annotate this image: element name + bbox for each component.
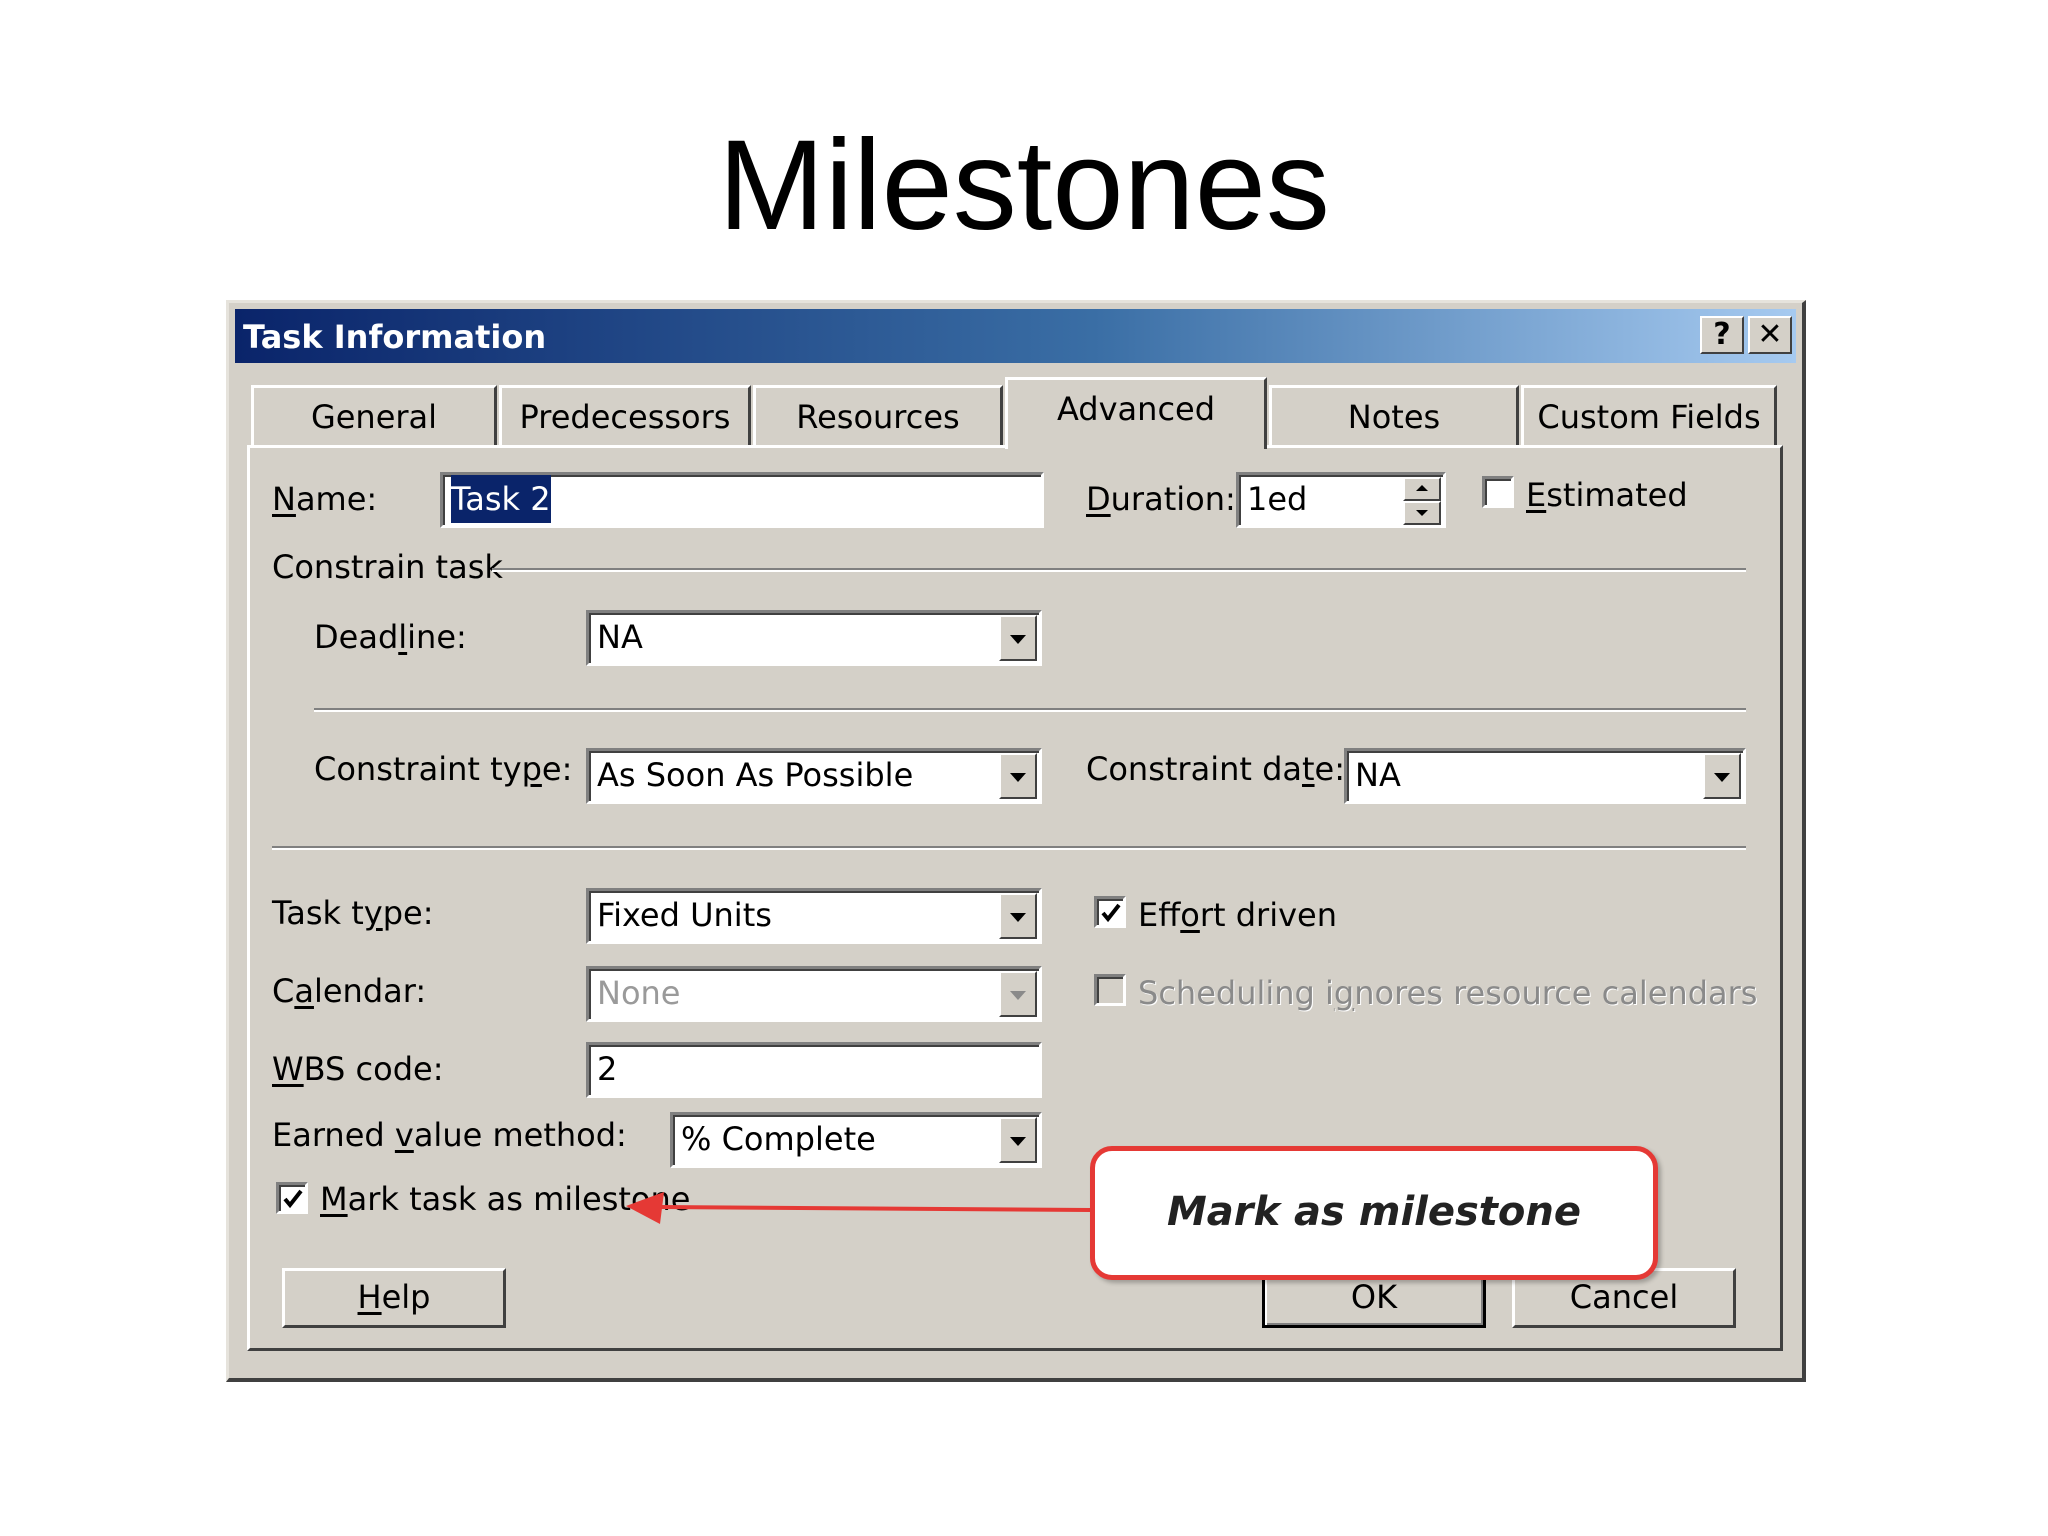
task-type-label: Task type: <box>272 894 434 932</box>
down-arrow-icon <box>1416 510 1428 516</box>
mark-milestone-checkbox[interactable] <box>276 1182 308 1214</box>
chevron-down-icon <box>1010 991 1026 1000</box>
deadline-dropdown-button[interactable] <box>999 615 1037 661</box>
constraint-date-dropdown-button[interactable] <box>1703 753 1741 799</box>
dialog-title: Task Information <box>243 318 547 356</box>
checkmark-icon <box>1101 903 1121 923</box>
constraint-date-value: NA <box>1355 756 1401 794</box>
duration-value: 1ed <box>1247 480 1308 518</box>
chevron-down-icon <box>1010 773 1026 782</box>
slide-title: Milestones <box>718 114 1330 257</box>
estimated-checkbox[interactable] <box>1482 476 1514 508</box>
estimated-label: Estimated <box>1526 476 1688 514</box>
wbs-code-label: WBS code: <box>272 1050 444 1088</box>
divider <box>314 708 1746 712</box>
calendar-label: Calendar: <box>272 972 427 1010</box>
task-type-dropdown-button[interactable] <box>999 893 1037 939</box>
earned-value-dropdown-button[interactable] <box>999 1117 1037 1163</box>
wbs-code-value: 2 <box>597 1050 618 1088</box>
dialog-titlebar[interactable]: Task Information ? ✕ <box>235 309 1796 363</box>
tab-general[interactable]: General <box>251 385 497 447</box>
scheduling-ignores-label: Scheduling ignores resource calendars <box>1138 974 1758 1012</box>
chevron-down-icon <box>1010 913 1026 922</box>
duration-input[interactable]: 1ed <box>1236 472 1446 528</box>
chevron-down-icon <box>1714 773 1730 782</box>
tab-label: Custom Fields <box>1537 398 1761 436</box>
constraint-date-label: Constraint date: <box>1086 750 1346 788</box>
calendar-select[interactable]: None <box>586 966 1042 1022</box>
constraint-date-select[interactable]: NA <box>1344 748 1746 804</box>
calendar-value: None <box>597 974 681 1012</box>
effort-driven-label: Effort driven <box>1138 896 1337 934</box>
tab-label: Notes <box>1347 398 1441 436</box>
tab-label: General <box>310 398 438 436</box>
constraint-type-dropdown-button[interactable] <box>999 753 1037 799</box>
wbs-code-input[interactable]: 2 <box>586 1042 1042 1098</box>
tab-notes[interactable]: Notes <box>1269 385 1519 447</box>
tab-custom-fields[interactable]: Custom Fields <box>1521 385 1777 447</box>
constraint-type-select[interactable]: As Soon As Possible <box>586 748 1042 804</box>
deadline-select[interactable]: NA <box>586 610 1042 666</box>
close-icon: ✕ <box>1757 317 1783 352</box>
duration-label: Duration: <box>1086 480 1236 518</box>
task-type-select[interactable]: Fixed Units <box>586 888 1042 944</box>
tab-label: Advanced <box>1056 390 1216 428</box>
task-type-value: Fixed Units <box>597 896 772 934</box>
calendar-dropdown-button[interactable] <box>999 971 1037 1017</box>
scheduling-ignores-checkbox[interactable] <box>1094 974 1126 1006</box>
question-mark-icon: ? <box>1713 317 1731 352</box>
callout-arrow-icon <box>626 1192 1091 1224</box>
earned-value-method-value: % Complete <box>681 1120 876 1158</box>
help-button[interactable]: Help <box>282 1268 506 1328</box>
name-value: Task 2 <box>451 475 551 523</box>
constraint-type-value: As Soon As Possible <box>597 756 914 794</box>
deadline-label: Deadline: <box>314 618 467 656</box>
duration-spin-down[interactable] <box>1403 501 1441 525</box>
tab-resources[interactable]: Resources <box>753 385 1003 447</box>
close-button[interactable]: ✕ <box>1748 316 1792 354</box>
chevron-down-icon <box>1010 1137 1026 1146</box>
tab-advanced[interactable]: Advanced <box>1005 377 1267 449</box>
deadline-value: NA <box>597 618 643 656</box>
duration-spin-up[interactable] <box>1403 477 1441 501</box>
tab-predecessors[interactable]: Predecessors <box>499 385 751 447</box>
divider <box>272 846 1746 850</box>
effort-driven-checkbox[interactable] <box>1094 896 1126 928</box>
tab-label: Resources <box>796 398 960 436</box>
constrain-task-group-label: Constrain task <box>272 548 503 586</box>
checkmark-icon <box>283 1189 303 1209</box>
callout-text: Mark as milestone <box>1166 1189 1582 1235</box>
constrain-task-divider <box>492 568 1746 572</box>
milestone-callout: Mark as milestone <box>1090 1146 1658 1280</box>
name-label: Name: <box>272 480 378 518</box>
chevron-down-icon <box>1010 635 1026 644</box>
up-arrow-icon <box>1416 485 1428 491</box>
name-input[interactable]: Task 2 <box>440 472 1044 528</box>
earned-value-method-label: Earned value method: <box>272 1116 627 1154</box>
constraint-type-label: Constraint type: <box>314 750 573 788</box>
tab-label: Predecessors <box>519 398 731 436</box>
earned-value-method-select[interactable]: % Complete <box>670 1112 1042 1168</box>
help-title-button[interactable]: ? <box>1700 316 1744 354</box>
